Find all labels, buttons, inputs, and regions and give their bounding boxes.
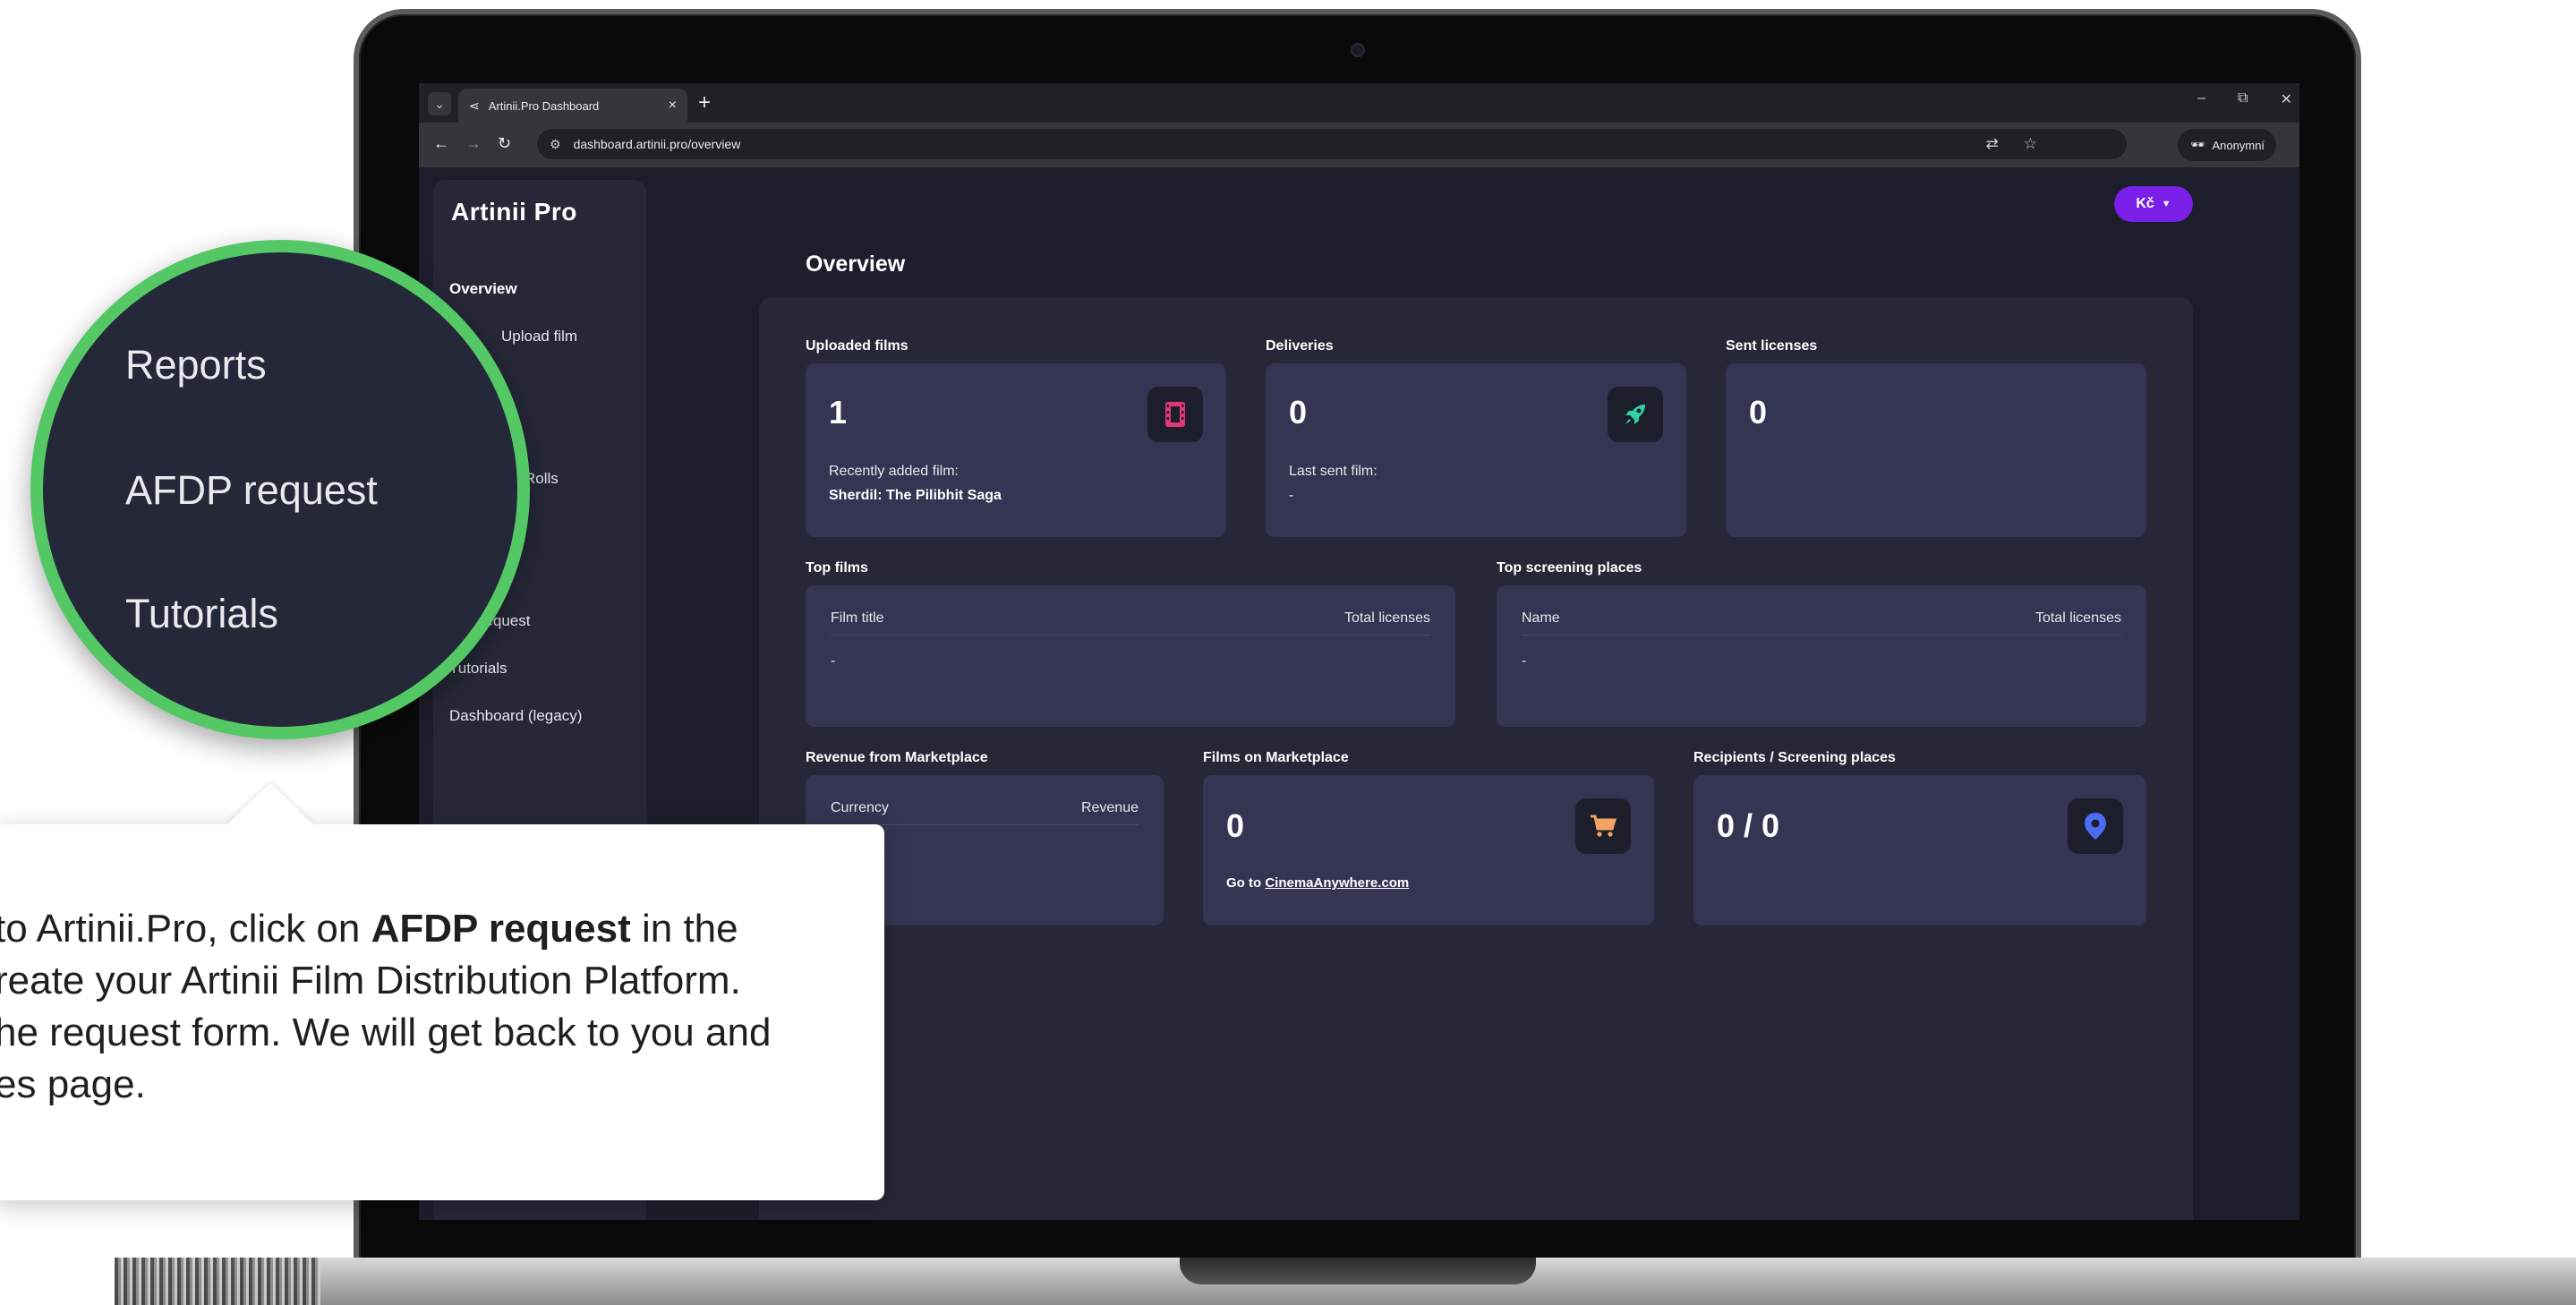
callout-line-4: es page.: [0, 1062, 146, 1106]
last-sent-value: -: [1289, 488, 1294, 503]
favicon-icon: ⋖: [469, 98, 480, 113]
column-name: Name: [1522, 610, 1560, 626]
sent-licenses-count: 0: [1749, 394, 1768, 431]
site-settings-icon[interactable]: ⚙: [550, 137, 561, 152]
overview-panel: Uploaded films 1 Recently added film: Sh…: [759, 297, 2193, 1220]
callout-line-1-pre: to Artinii.Pro, click on: [0, 907, 371, 951]
sent-licenses-card[interactable]: 0: [1726, 363, 2146, 537]
caret-down-icon: ▼: [2161, 199, 2171, 209]
callout-line-1-post: in the: [630, 907, 738, 951]
go-to-prefix: Go to: [1226, 875, 1266, 891]
column-film-title: Film title: [831, 610, 884, 626]
back-icon[interactable]: ←: [433, 134, 449, 153]
deliveries-card[interactable]: 0 Last sent film: -: [1266, 363, 1686, 537]
tab-search-icon[interactable]: ⌄: [428, 92, 451, 115]
column-total-licenses: Total licenses: [1343, 610, 1430, 626]
close-icon[interactable]: ×: [669, 98, 677, 114]
column-revenue: Revenue: [1080, 800, 1139, 815]
top-screening-table: Name Total licenses -: [1497, 585, 2146, 727]
recipients-label: Recipients / Screening places: [1693, 750, 1896, 765]
top-screening-label: Top screening places: [1497, 560, 1642, 576]
last-sent-label: Last sent film:: [1289, 464, 1378, 479]
new-tab-icon[interactable]: +: [698, 90, 711, 115]
callout-line-3: he request form. We will get back to you…: [0, 1011, 772, 1054]
callout-text: to Artinii.Pro, click on AFDP request in…: [0, 903, 872, 1111]
minimize-icon[interactable]: –: [2197, 90, 2205, 108]
film-strip-icon: [1147, 387, 1203, 442]
sidebar-item-overview[interactable]: Overview: [449, 280, 582, 328]
sidebar-item-dashboard-legacy[interactable]: Dashboard (legacy): [449, 707, 582, 755]
window-controls: – ⧉ ✕: [2197, 90, 2292, 108]
revenue-header: Currency Revenue: [831, 800, 1139, 825]
cinemaanywhere-link[interactable]: CinemaAnywhere.com: [1265, 875, 1409, 891]
incognito-icon: 🕶: [2190, 138, 2205, 151]
page-title: Overview: [806, 252, 906, 277]
tutorial-callout: to Artinii.Pro, click on AFDP request in…: [0, 824, 884, 1200]
browser-tab[interactable]: ⋖ Artinii.Pro Dashboard ×: [458, 89, 687, 123]
restore-icon[interactable]: ⧉: [2238, 90, 2248, 108]
recipients-count: 0 / 0: [1717, 807, 1780, 844]
url-text: dashboard.artinii.pro/overview: [573, 137, 741, 151]
camera-icon: [1351, 43, 1365, 57]
top-screening-header: Name Total licenses: [1522, 610, 2121, 635]
artinii-logo: Artinii Pro: [451, 198, 577, 226]
marketplace-link-row: Go to CinemaAnywhere.com: [1226, 875, 1409, 891]
currency-dropdown-button[interactable]: Kč ▼: [2114, 186, 2193, 222]
browser-toolbar: ← → ↻ ⚙ dashboard.artinii.pro/overview ⇄…: [419, 123, 2299, 167]
callout-afdp-bold: AFDP request: [371, 907, 631, 951]
deliveries-label: Deliveries: [1266, 338, 1334, 354]
top-films-empty: -: [831, 653, 836, 669]
sidebar-magnifier: Reports AFDP request Tutorials: [30, 240, 530, 739]
bookmark-star-icon[interactable]: ☆: [2024, 135, 2037, 153]
top-films-table: Film title Total licenses -: [806, 585, 1455, 727]
laptop-notch: [1180, 1258, 1536, 1284]
callout-line-2: reate your Artinii Film Distribution Pla…: [0, 959, 741, 1002]
magnified-afdp-request[interactable]: AFDP request: [125, 467, 378, 514]
sidebar-item-tutorials[interactable]: Tutorials: [449, 660, 582, 707]
rocket-icon: [1608, 387, 1663, 442]
deliveries-count: 0: [1289, 394, 1308, 431]
address-bar[interactable]: ⚙ dashboard.artinii.pro/overview ⇄ ☆: [537, 129, 2127, 159]
incognito-profile-chip[interactable]: 🕶 Anonymní: [2178, 129, 2276, 161]
close-window-icon[interactable]: ✕: [2281, 90, 2292, 108]
forward-icon[interactable]: →: [465, 134, 482, 153]
map-pin-icon: [2068, 798, 2123, 854]
films-marketplace-card[interactable]: 0 Go to CinemaAnywhere.com: [1203, 775, 1654, 925]
column-currency: Currency: [831, 800, 889, 815]
profile-label: Anonymní: [2212, 138, 2265, 152]
films-marketplace-count: 0: [1226, 807, 1245, 844]
top-films-header: Film title Total licenses: [831, 610, 1430, 635]
recipients-card[interactable]: 0 / 0: [1693, 775, 2146, 925]
column-total-licenses: Total licenses: [2034, 610, 2121, 626]
currency-label: Kč: [2136, 196, 2154, 211]
uploaded-films-card[interactable]: 1 Recently added film: Sherdil: The Pili…: [806, 363, 1226, 537]
magnified-tutorials[interactable]: Tutorials: [125, 591, 278, 637]
translate-icon[interactable]: ⇄: [1986, 135, 1999, 153]
shopping-cart-icon: [1575, 798, 1631, 854]
browser-tabbar: ⌄ ⋖ Artinii.Pro Dashboard × + – ⧉ ✕: [419, 83, 2299, 123]
tab-title: Artinii.Pro Dashboard: [488, 98, 600, 113]
magnified-reports[interactable]: Reports: [125, 342, 267, 388]
revenue-label: Revenue from Marketplace: [806, 750, 988, 765]
uploaded-films-label: Uploaded films: [806, 338, 908, 354]
recently-added-label: Recently added film:: [829, 464, 959, 479]
top-screening-empty: -: [1522, 653, 1527, 669]
recently-added-film[interactable]: Sherdil: The Pilibhit Saga: [829, 488, 1002, 504]
reload-icon[interactable]: ↻: [498, 134, 511, 153]
top-films-label: Top films: [806, 560, 868, 576]
uploaded-films-count: 1: [829, 394, 848, 431]
sent-licenses-label: Sent licenses: [1726, 338, 1818, 354]
films-marketplace-label: Films on Marketplace: [1203, 750, 1349, 765]
